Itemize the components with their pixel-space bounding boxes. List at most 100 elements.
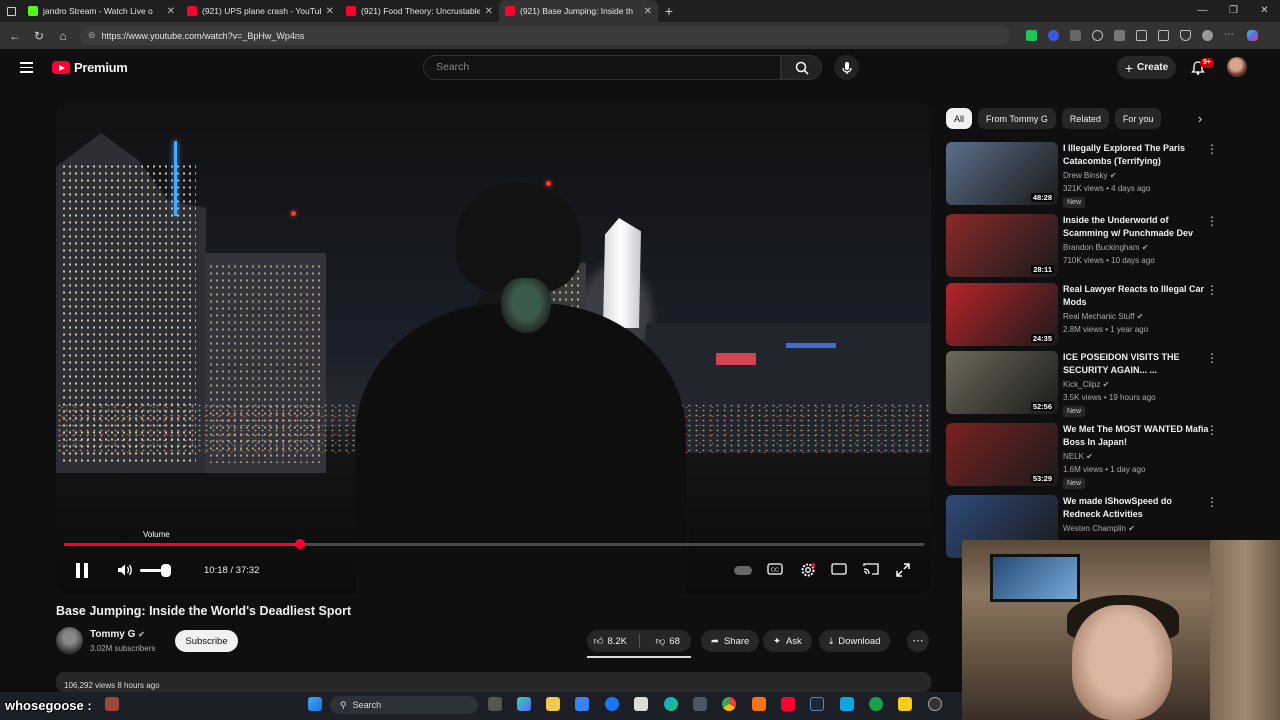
close-tab-icon[interactable]: ✕ <box>644 6 652 17</box>
recommendation-channel[interactable]: Kick_Clipz ✔ <box>1063 380 1109 389</box>
cast-button[interactable] <box>863 562 881 578</box>
kebab-menu-icon[interactable]: ⋮ <box>1206 142 1218 156</box>
search-button[interactable] <box>781 55 822 80</box>
mute-button[interactable] <box>116 560 134 580</box>
close-tab-icon[interactable]: ✕ <box>485 6 493 17</box>
video-thumbnail[interactable]: 28:11 <box>946 214 1058 277</box>
theater-mode-button[interactable] <box>831 562 849 578</box>
xbox-icon[interactable] <box>869 697 883 711</box>
new-tab-icon[interactable]: + <box>658 3 680 19</box>
calculator-icon[interactable] <box>693 697 707 711</box>
subscribe-button[interactable]: Subscribe <box>175 630 238 652</box>
kebab-menu-icon[interactable]: ⋮ <box>1206 423 1218 437</box>
app-icon[interactable] <box>840 697 854 711</box>
minimize-icon[interactable]: — <box>1187 0 1218 22</box>
browser-tab[interactable]: (921) Food Theory: Uncrustables ✕ <box>340 0 499 22</box>
browser-tab[interactable]: (921) UPS plane crash - YouTube ✕ <box>181 0 340 22</box>
edge-icon[interactable] <box>664 697 678 711</box>
kebab-menu-icon[interactable]: ⋮ <box>1206 351 1218 365</box>
taskbar-search[interactable]: ⚲ Search <box>330 696 478 714</box>
create-button[interactable]: + Create <box>1117 56 1176 79</box>
steam-icon[interactable] <box>810 697 824 711</box>
ask-button[interactable]: ✦ Ask <box>763 630 812 652</box>
reload-icon[interactable]: ↻ <box>32 29 46 43</box>
subtitles-button[interactable]: CC <box>767 562 785 578</box>
app-icon[interactable] <box>898 697 912 711</box>
recommendation-title[interactable]: ICE POSEIDON VISITS THE SECURITY AGAIN..… <box>1063 351 1211 377</box>
shield-icon[interactable] <box>1180 30 1191 41</box>
collections-icon[interactable] <box>1158 30 1169 41</box>
recommendation-item[interactable]: 52:56 ICE POSEIDON VISITS THE SECURITY AG… <box>946 351 1226 417</box>
recommendation-channel[interactable]: Drew Binsky ✔ <box>1063 171 1116 180</box>
home-icon[interactable]: ⌂ <box>56 29 70 43</box>
maximize-icon[interactable]: ❐ <box>1218 0 1249 22</box>
recommendation-title[interactable]: Inside the Underworld of Scamming w/ Pun… <box>1063 214 1211 240</box>
copilot-icon[interactable] <box>1247 30 1258 41</box>
start-menu-icon[interactable] <box>308 697 322 711</box>
recommendation-title[interactable]: Real Lawyer Reacts to Illegal Car Mods <box>1063 283 1211 309</box>
kebab-menu-icon[interactable]: ⋮ <box>1206 495 1218 509</box>
video-thumbnail[interactable]: 53:29 <box>946 423 1058 486</box>
favorites-icon[interactable] <box>1136 30 1147 41</box>
close-window-icon[interactable]: ✕ <box>1249 0 1280 22</box>
recommendation-channel[interactable]: Real Mechanic Stuff ✔ <box>1063 312 1143 321</box>
site-info-icon[interactable]: ⊜ <box>88 30 96 41</box>
extension-green-icon[interactable] <box>1026 30 1037 41</box>
window-menu-icon[interactable] <box>0 0 22 22</box>
download-button[interactable]: ⤓ Download <box>819 630 891 652</box>
account-avatar[interactable] <box>1227 57 1247 77</box>
video-player[interactable] <box>56 103 931 593</box>
recommendation-title[interactable]: We Met The MOST WANTED Mafia Boss In Jap… <box>1063 423 1211 449</box>
back-icon[interactable]: ← <box>8 29 22 43</box>
progress-scrubber[interactable] <box>294 539 305 549</box>
share-button[interactable]: ➦ Share <box>701 630 760 652</box>
browser-tab[interactable]: jandro Stream - Watch Live o ✕ <box>22 0 181 22</box>
more-actions-icon[interactable]: ⋯ <box>907 630 929 652</box>
browser-tab-active[interactable]: (921) Base Jumping: Inside th ✕ <box>499 0 658 22</box>
recommendation-channel[interactable]: Brandon Buckingham ✔ <box>1063 243 1148 252</box>
youtube-premium-logo[interactable]: Premium <box>52 60 128 75</box>
dislike-button[interactable]: 👎︎ 68 <box>645 635 692 648</box>
file-explorer-icon[interactable] <box>546 697 560 711</box>
refresh-extension-icon[interactable] <box>1092 30 1103 41</box>
recommendation-title[interactable]: I Illegally Explored The Paris Catacombs… <box>1063 142 1211 168</box>
volume-slider-handle[interactable] <box>161 564 172 577</box>
vlc-icon[interactable] <box>752 697 766 711</box>
kebab-menu-icon[interactable]: ⋮ <box>1206 214 1218 228</box>
chrome-icon[interactable] <box>722 697 736 711</box>
voice-search-button[interactable] <box>834 55 859 80</box>
extension-icon[interactable] <box>1114 30 1125 41</box>
video-thumbnail[interactable]: 52:56 <box>946 351 1058 414</box>
fullscreen-button[interactable] <box>895 562 913 578</box>
obs-icon[interactable] <box>928 697 942 711</box>
extension-blue-icon[interactable] <box>1048 30 1059 41</box>
close-tab-icon[interactable]: ✕ <box>167 6 175 17</box>
channel-name[interactable]: Tommy G ✔ <box>90 629 145 640</box>
facebook-icon[interactable] <box>605 697 619 711</box>
chip-related[interactable]: Related <box>1061 108 1109 129</box>
autoplay-toggle[interactable] <box>734 562 752 578</box>
kebab-menu-icon[interactable]: ⋮ <box>1206 283 1218 297</box>
settings-button[interactable] <box>800 562 818 578</box>
like-button[interactable]: 👍︎ 8.2K <box>587 635 634 648</box>
copilot-taskbar-icon[interactable] <box>517 697 531 711</box>
address-bar[interactable]: ⊜ https://www.youtube.com/watch?v=_BpHw_… <box>80 26 1010 45</box>
extension-icon[interactable] <box>1070 30 1081 41</box>
channel-avatar[interactable] <box>56 627 83 654</box>
more-menu-icon[interactable]: ⋯ <box>1224 30 1236 41</box>
recommendation-channel[interactable]: Westen Champlin ✔ <box>1063 524 1135 533</box>
store-icon[interactable] <box>575 697 589 711</box>
description-box[interactable]: 106,292 views 8 hours ago <box>56 672 931 692</box>
chevron-right-icon[interactable]: › <box>1192 110 1208 128</box>
recommendation-item[interactable]: 53:29 We Met The MOST WANTED Mafia Boss I… <box>946 423 1226 489</box>
recommendation-item[interactable]: 24:35 Real Lawyer Reacts to Illegal Car M… <box>946 283 1226 347</box>
chip-all[interactable]: All <box>946 108 973 129</box>
recommendation-item[interactable]: 48:28 I Illegally Explored The Paris Cata… <box>946 142 1226 208</box>
chip-for-you[interactable]: For you <box>1114 108 1162 129</box>
close-tab-icon[interactable]: ✕ <box>326 6 334 17</box>
hamburger-menu-icon[interactable] <box>20 62 33 73</box>
youtube-taskbar-icon[interactable] <box>781 697 795 711</box>
recommendation-item[interactable]: 28:11 Inside the Underworld of Scamming w… <box>946 214 1226 278</box>
pause-button[interactable] <box>74 560 90 580</box>
recommendation-title[interactable]: We made IShowSpeed do Redneck Activities <box>1063 495 1211 521</box>
